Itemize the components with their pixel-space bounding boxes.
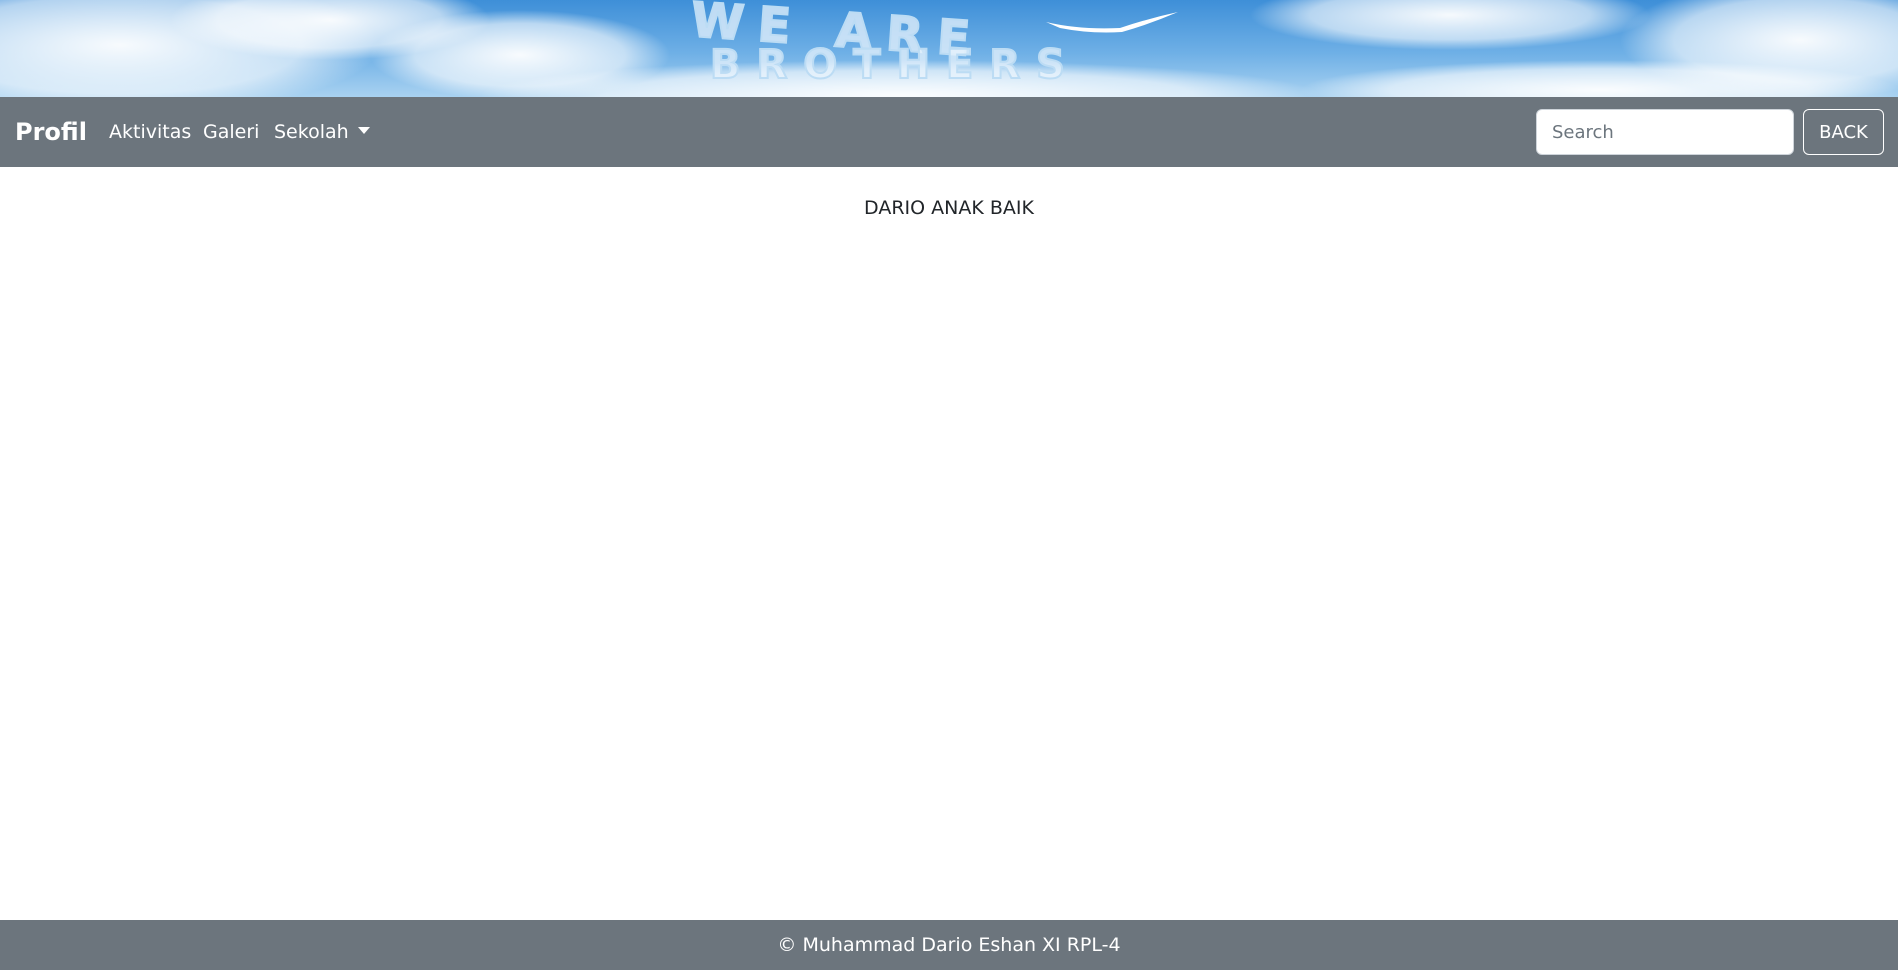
nav-dropdown-sekolah-label: Sekolah [274, 121, 349, 143]
main-content-text: DARIO ANAK BAIK [864, 197, 1034, 219]
bird-icon [1046, 12, 1178, 33]
search-input[interactable] [1536, 109, 1794, 155]
caret-down-icon [357, 127, 370, 134]
header-banner: WE ARE BROTHERS [0, 0, 1898, 97]
nav-link-aktivitas[interactable]: Aktivitas [109, 97, 191, 167]
navbar-brand-profil[interactable]: Profil [15, 97, 87, 167]
sky-clouds-image: WE ARE BROTHERS [0, 0, 1898, 97]
nav-dropdown-sekolah[interactable]: Sekolah [274, 97, 370, 167]
back-button[interactable]: BACK [1803, 109, 1884, 155]
navbar: Profil Aktivitas Galeri Sekolah BACK [0, 97, 1898, 167]
nav-link-galeri[interactable]: Galeri [203, 97, 259, 167]
banner-text-brothers: BROTHERS [710, 42, 1081, 88]
footer-copyright: © Muhammad Dario Eshan XI RPL-4 [0, 920, 1898, 970]
